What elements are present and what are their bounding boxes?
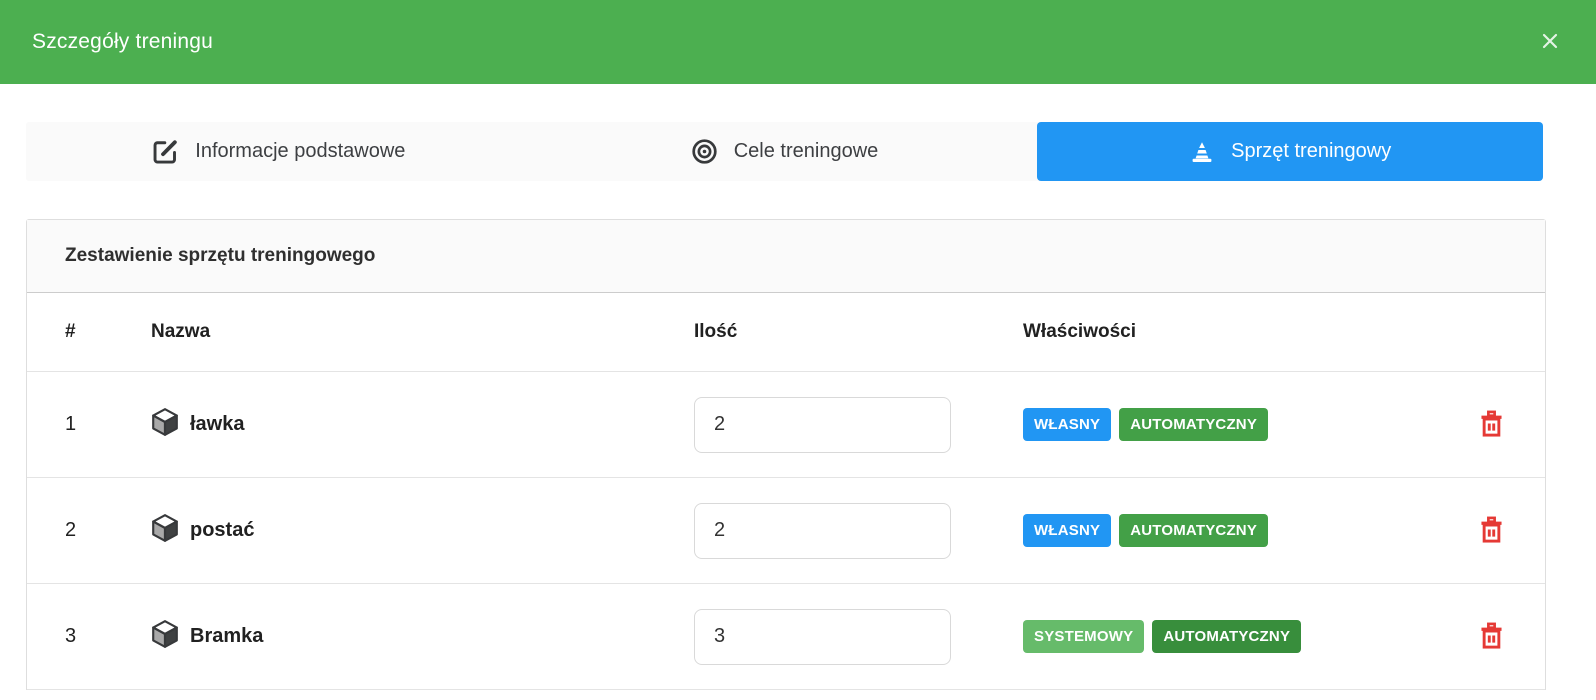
equipment-name-cell: Bramka xyxy=(151,619,694,655)
equipment-name: Bramka xyxy=(190,625,263,648)
delete-row-button[interactable] xyxy=(1437,409,1545,441)
quantity-cell xyxy=(694,503,1023,559)
target-icon xyxy=(691,138,718,165)
quantity-input[interactable] xyxy=(694,609,951,665)
quantity-cell xyxy=(694,609,1023,665)
equipment-name-cell: postać xyxy=(151,513,694,549)
trash-icon xyxy=(1478,515,1505,547)
quantity-cell xyxy=(694,397,1023,453)
status-badge: WŁASNY xyxy=(1023,514,1111,547)
tab-cele-treningowe[interactable]: Cele treningowe xyxy=(532,122,1038,181)
row-index: 1 xyxy=(65,413,151,436)
close-button[interactable] xyxy=(1536,27,1564,58)
edit-square-icon xyxy=(152,138,179,165)
equipment-name: ławka xyxy=(190,413,244,436)
status-badge: AUTOMATYCZNY xyxy=(1119,408,1268,441)
equipment-name: postać xyxy=(190,519,254,542)
table-row: 2 postać WŁASNYAUTOMATYCZNY xyxy=(27,478,1545,584)
cube-icon xyxy=(151,619,179,655)
tab-label: Sprzęt treningowy xyxy=(1231,140,1391,163)
table-header-row: # Nazwa Ilość Właściwości xyxy=(27,293,1545,372)
tab-informacje-podstawowe[interactable]: Informacje podstawowe xyxy=(26,122,532,181)
table-row: 1 ławka WŁASNYAUTOMATYCZNY xyxy=(27,372,1545,478)
modal-header: Szczegóły treningu xyxy=(0,0,1596,84)
close-icon xyxy=(1540,31,1560,54)
trash-icon xyxy=(1478,621,1505,653)
trash-icon xyxy=(1478,409,1505,441)
badge-list: WŁASNYAUTOMATYCZNY xyxy=(1023,514,1437,547)
quantity-input[interactable] xyxy=(694,397,951,453)
cube-icon xyxy=(151,513,179,549)
modal-title: Szczegóły treningu xyxy=(32,30,213,54)
badge-list: WŁASNYAUTOMATYCZNY xyxy=(1023,408,1437,441)
column-header-quantity: Ilość xyxy=(694,321,1023,343)
delete-row-button[interactable] xyxy=(1437,621,1545,653)
row-index: 2 xyxy=(65,519,151,542)
status-badge: SYSTEMOWY xyxy=(1023,620,1144,653)
equipment-table-body: 1 ławka WŁASNYAUTOMATYCZNY xyxy=(27,372,1545,690)
column-header-properties: Właściwości xyxy=(1023,321,1437,343)
tab-sprzet-treningowy[interactable]: Sprzęt treningowy xyxy=(1037,122,1543,181)
cube-icon xyxy=(151,407,179,443)
status-badge: AUTOMATYCZNY xyxy=(1152,620,1301,653)
delete-row-button[interactable] xyxy=(1437,515,1545,547)
traffic-cone-icon xyxy=(1189,139,1215,165)
badge-list: SYSTEMOWYAUTOMATYCZNY xyxy=(1023,620,1437,653)
tab-bar: Informacje podstawowe Cele treningowe Sp… xyxy=(26,122,1543,181)
quantity-input[interactable] xyxy=(694,503,951,559)
column-header-name: Nazwa xyxy=(151,321,694,343)
tab-label: Informacje podstawowe xyxy=(195,140,405,163)
equipment-name-cell: ławka xyxy=(151,407,694,443)
row-index: 3 xyxy=(65,625,151,648)
section-title: Zestawienie sprzętu treningowego xyxy=(27,220,1545,293)
table-row: 3 Bramka SYSTEMOWYAUTOMATYCZNY xyxy=(27,584,1545,690)
equipment-card: Zestawienie sprzętu treningowego # Nazwa… xyxy=(26,219,1546,690)
tab-label: Cele treningowe xyxy=(734,140,879,163)
status-badge: AUTOMATYCZNY xyxy=(1119,514,1268,547)
column-header-index: # xyxy=(65,321,151,343)
status-badge: WŁASNY xyxy=(1023,408,1111,441)
